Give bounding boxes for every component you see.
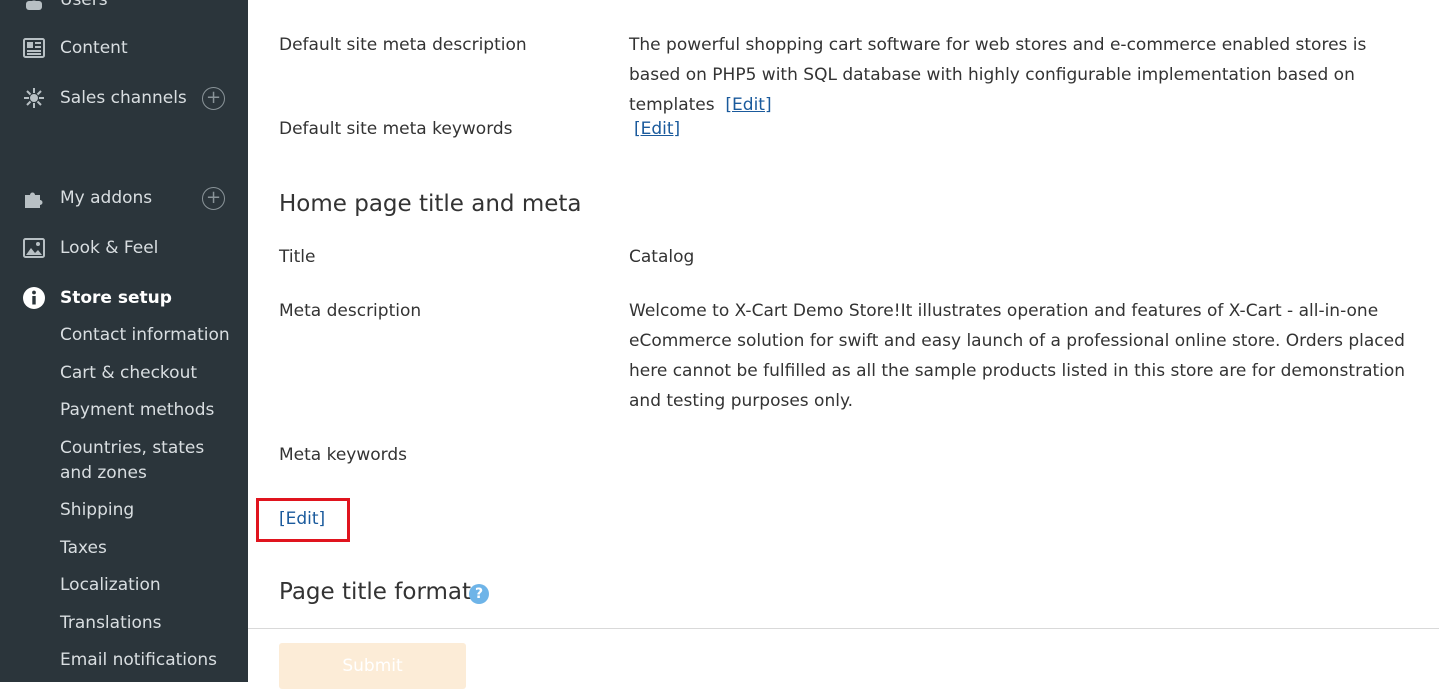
footer-divider [248, 628, 1439, 629]
sidebar-item-label: Store setup [60, 288, 172, 308]
sidebar-item-my-addons[interactable]: My addons + [0, 178, 248, 218]
default-meta-keywords-value: [Edit] [634, 114, 1424, 144]
sidebar-item-store-setup[interactable]: Store setup [0, 278, 248, 318]
submenu-item-payment-methods[interactable]: Payment methods [60, 398, 240, 423]
page-title-format-section-title: Page title format [279, 579, 472, 605]
home-meta-description-label: Meta description [279, 301, 422, 321]
submenu-item-translations[interactable]: Translations [60, 611, 240, 636]
sidebar-item-label: My addons [60, 188, 153, 208]
main-content: Default site meta description The powerf… [248, 0, 1439, 689]
submenu-item-taxes[interactable]: Taxes [60, 536, 240, 561]
submit-button[interactable]: Submit [279, 643, 466, 689]
sidebar-item-label: Look & Feel [60, 238, 159, 258]
puzzle-icon [22, 186, 46, 210]
sidebar-item-label: Users [60, 0, 108, 10]
content-icon [22, 36, 46, 60]
submenu-item-contact-information[interactable]: Contact information [60, 323, 240, 348]
sales-channels-icon [22, 86, 46, 110]
home-edit-link-wrapper: [Edit] [279, 504, 325, 534]
expand-plus-icon[interactable]: + [202, 86, 225, 110]
default-meta-description-edit-link[interactable]: [Edit] [725, 95, 771, 115]
submenu-item-localization[interactable]: Localization [60, 573, 240, 598]
sidebar-item-label: Sales channels [60, 88, 187, 108]
home-meta-description-value: Welcome to X-Cart Demo Store!It illustra… [629, 301, 1406, 411]
default-meta-keywords-label: Default site meta keywords [279, 119, 513, 139]
cut-off-heading [628, 0, 738, 4]
sidebar-item-users[interactable]: Users [0, 0, 248, 20]
submenu-item-countries-states-zones[interactable]: Countries, states and zones [60, 436, 210, 486]
user-icon [22, 0, 46, 12]
home-page-section-title: Home page title and meta [279, 191, 582, 217]
sidebar-item-look-and-feel[interactable]: Look & Feel [0, 228, 248, 268]
sidebar-item-label: Content [60, 38, 128, 58]
default-meta-description-label: Default site meta description [279, 35, 527, 55]
home-page-edit-link[interactable]: [Edit] [279, 509, 325, 529]
image-icon [22, 236, 46, 260]
info-icon [22, 286, 46, 310]
submenu-item-cart-checkout[interactable]: Cart & checkout [60, 361, 240, 386]
help-icon[interactable]: ? [469, 584, 489, 604]
submenu-item-email-notifications[interactable]: Email notifications [60, 648, 240, 673]
sidebar: Users Content Sales channels + My addons… [0, 0, 248, 682]
home-title-label: Title [279, 247, 316, 267]
home-title-value: Catalog [629, 247, 695, 267]
expand-plus-icon[interactable]: + [202, 186, 225, 210]
sidebar-item-sales-channels[interactable]: Sales channels + [0, 78, 248, 118]
submenu-item-shipping[interactable]: Shipping [60, 498, 240, 523]
default-meta-description-value: The powerful shopping cart software for … [629, 30, 1419, 120]
sidebar-item-content[interactable]: Content [0, 28, 248, 68]
home-meta-keywords-label: Meta keywords [279, 445, 408, 465]
default-meta-keywords-edit-link[interactable]: [Edit] [634, 119, 680, 139]
